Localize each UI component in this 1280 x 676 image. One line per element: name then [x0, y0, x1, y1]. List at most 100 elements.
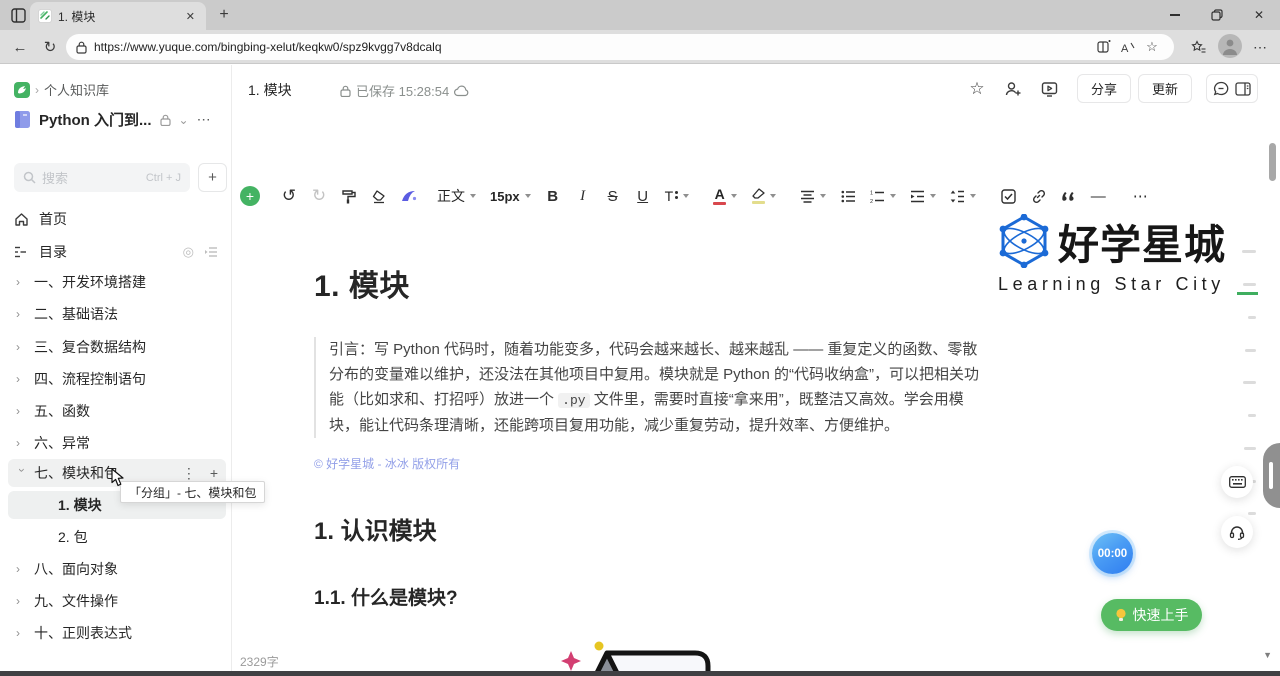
- close-window-button[interactable]: ✕: [1238, 0, 1280, 30]
- read-aloud-icon[interactable]: A: [1116, 37, 1140, 57]
- undo-icon[interactable]: ↺: [276, 182, 302, 210]
- outline-dash[interactable]: [1245, 349, 1256, 352]
- chevron-right-icon[interactable]: ›: [16, 372, 28, 386]
- chevron-right-icon[interactable]: ›: [16, 404, 28, 418]
- outline-panel-handle[interactable]: [1263, 443, 1280, 508]
- align-dropdown[interactable]: [795, 182, 831, 210]
- outline-dash[interactable]: [1242, 250, 1256, 253]
- chevron-down-icon[interactable]: ⌄: [179, 113, 189, 127]
- chevron-right-icon[interactable]: ›: [16, 436, 28, 450]
- ordered-list-dropdown[interactable]: 12: [865, 182, 901, 210]
- bold-icon[interactable]: B: [540, 182, 566, 210]
- back-icon[interactable]: ←: [10, 37, 30, 57]
- keyboard-shortcuts-button[interactable]: [1221, 466, 1253, 498]
- star-doc-icon[interactable]: ☆: [965, 77, 989, 101]
- italic-icon[interactable]: I: [570, 182, 596, 210]
- doc-h1[interactable]: 1. 模块: [314, 261, 986, 305]
- doc-h2[interactable]: 1. 认识模块: [314, 511, 986, 546]
- tree-item-chapter4[interactable]: › 四、流程控制语句: [8, 365, 226, 393]
- quick-start-button[interactable]: 快速上手: [1101, 599, 1202, 631]
- search-input[interactable]: 搜索 Ctrl + J: [14, 163, 190, 192]
- paragraph-style-dropdown[interactable]: 正文: [432, 182, 481, 210]
- tab-actions-icon[interactable]: [9, 6, 27, 24]
- chevron-right-icon[interactable]: ›: [16, 626, 28, 640]
- address-bar[interactable]: https://www.yuque.com/bingbing-xelut/keq…: [66, 34, 1174, 60]
- refresh-icon[interactable]: ↻: [40, 37, 60, 57]
- sidebar-item-toc[interactable]: 目录 ◎: [14, 238, 218, 266]
- comments-icon[interactable]: [1213, 81, 1229, 96]
- locate-icon[interactable]: ◎: [183, 244, 194, 260]
- scroll-down-icon[interactable]: ▼: [1263, 650, 1272, 660]
- favorites-bar-icon[interactable]: [1186, 37, 1210, 57]
- url-text[interactable]: https://www.yuque.com/bingbing-xelut/keq…: [94, 40, 1092, 54]
- browser-menu-icon[interactable]: ⋯: [1248, 37, 1272, 57]
- intro-quote-block[interactable]: 引言：写 Python 代码时，随着功能变多，代码会越来越长、越来越乱 —— 重…: [314, 337, 986, 438]
- tree-item-chapter6[interactable]: › 六、异常: [8, 429, 226, 457]
- more-text-styles-dropdown[interactable]: T: [660, 182, 695, 210]
- item-more-icon[interactable]: ⋮: [182, 465, 196, 482]
- chevron-right-icon[interactable]: ›: [16, 562, 28, 576]
- tab-close-icon[interactable]: ✕: [183, 10, 198, 23]
- indent-dropdown[interactable]: [905, 182, 941, 210]
- tree-item-chapter8[interactable]: › 八、面向对象: [8, 555, 226, 583]
- new-doc-button[interactable]: +: [198, 163, 227, 192]
- update-button[interactable]: 更新: [1138, 74, 1192, 103]
- font-size-dropdown[interactable]: 15px: [485, 182, 536, 210]
- chevron-right-icon[interactable]: ›: [16, 307, 28, 321]
- bullet-list-icon[interactable]: [835, 182, 861, 210]
- todo-checkbox-icon[interactable]: [995, 182, 1021, 210]
- side-panel-icon[interactable]: [1235, 81, 1251, 96]
- page-scrollbar-thumb[interactable]: [1269, 143, 1276, 181]
- chevron-right-icon[interactable]: ›: [16, 594, 28, 608]
- chevron-down-icon[interactable]: ›: [15, 468, 29, 480]
- insert-block-icon[interactable]: +: [240, 186, 260, 206]
- highlight-color-dropdown[interactable]: [746, 182, 781, 210]
- site-permissions-icon[interactable]: [76, 41, 87, 54]
- book-header[interactable]: Python 入门到... ⌄ ⋯: [14, 109, 224, 130]
- restore-button[interactable]: [1196, 0, 1238, 30]
- minimize-button[interactable]: [1154, 0, 1196, 30]
- recording-timer-bubble[interactable]: 00:00: [1092, 533, 1133, 574]
- tree-item-chapter1[interactable]: › 一、开发环境搭建: [8, 268, 226, 296]
- book-more-icon[interactable]: ⋯: [197, 111, 211, 128]
- font-color-dropdown[interactable]: A: [708, 182, 742, 210]
- tree-item-doc-package[interactable]: 2. 包: [8, 523, 226, 551]
- workspace-label[interactable]: 个人知识库: [44, 80, 109, 99]
- clear-format-icon[interactable]: [366, 182, 392, 210]
- collapse-all-icon[interactable]: [204, 246, 218, 258]
- tree-item-chapter9[interactable]: › 九、文件操作: [8, 587, 226, 615]
- tree-item-chapter3[interactable]: › 三、复合数据结构: [8, 333, 226, 361]
- doc-h3[interactable]: 1.1. 什么是模块?: [314, 583, 986, 610]
- tree-item-chapter10[interactable]: › 十、正则表达式: [8, 619, 226, 647]
- support-button[interactable]: [1221, 516, 1253, 548]
- underline-icon[interactable]: U: [630, 182, 656, 210]
- workspace-breadcrumb[interactable]: › 个人知识库: [14, 80, 109, 99]
- outline-dash[interactable]: [1243, 381, 1256, 384]
- present-icon[interactable]: [1037, 77, 1061, 101]
- favorite-star-icon[interactable]: ☆: [1140, 37, 1164, 57]
- redo-icon[interactable]: ↻: [306, 182, 332, 210]
- new-tab-button[interactable]: +: [214, 5, 234, 25]
- divider-icon[interactable]: —: [1085, 182, 1111, 210]
- chevron-right-icon[interactable]: ›: [16, 340, 28, 354]
- browser-profile-avatar[interactable]: [1218, 34, 1242, 58]
- tree-item-chapter2[interactable]: › 二、基础语法: [8, 300, 226, 328]
- chevron-right-icon[interactable]: ›: [16, 275, 28, 289]
- ai-assistant-icon[interactable]: [396, 182, 422, 210]
- split-screen-icon[interactable]: [1092, 37, 1116, 57]
- quote-icon[interactable]: [1055, 182, 1081, 210]
- outline-dash[interactable]: [1243, 283, 1256, 286]
- outline-dash[interactable]: [1248, 414, 1256, 417]
- share-button[interactable]: 分享: [1077, 74, 1131, 103]
- doc-content[interactable]: 1. 模块 引言：写 Python 代码时，随着功能变多，代码会越来越长、越来越…: [314, 215, 986, 676]
- sidebar-item-home[interactable]: 首页: [14, 205, 218, 233]
- format-painter-icon[interactable]: [336, 182, 362, 210]
- outline-dash[interactable]: [1248, 316, 1256, 319]
- add-collaborator-icon[interactable]: [1001, 77, 1025, 101]
- toolbar-more-icon[interactable]: ⋯: [1127, 182, 1153, 210]
- line-height-dropdown[interactable]: [945, 182, 981, 210]
- outline-dash[interactable]: [1244, 447, 1256, 450]
- outline-dash[interactable]: [1248, 512, 1256, 515]
- strikethrough-icon[interactable]: S: [600, 182, 626, 210]
- item-add-icon[interactable]: +: [210, 465, 218, 481]
